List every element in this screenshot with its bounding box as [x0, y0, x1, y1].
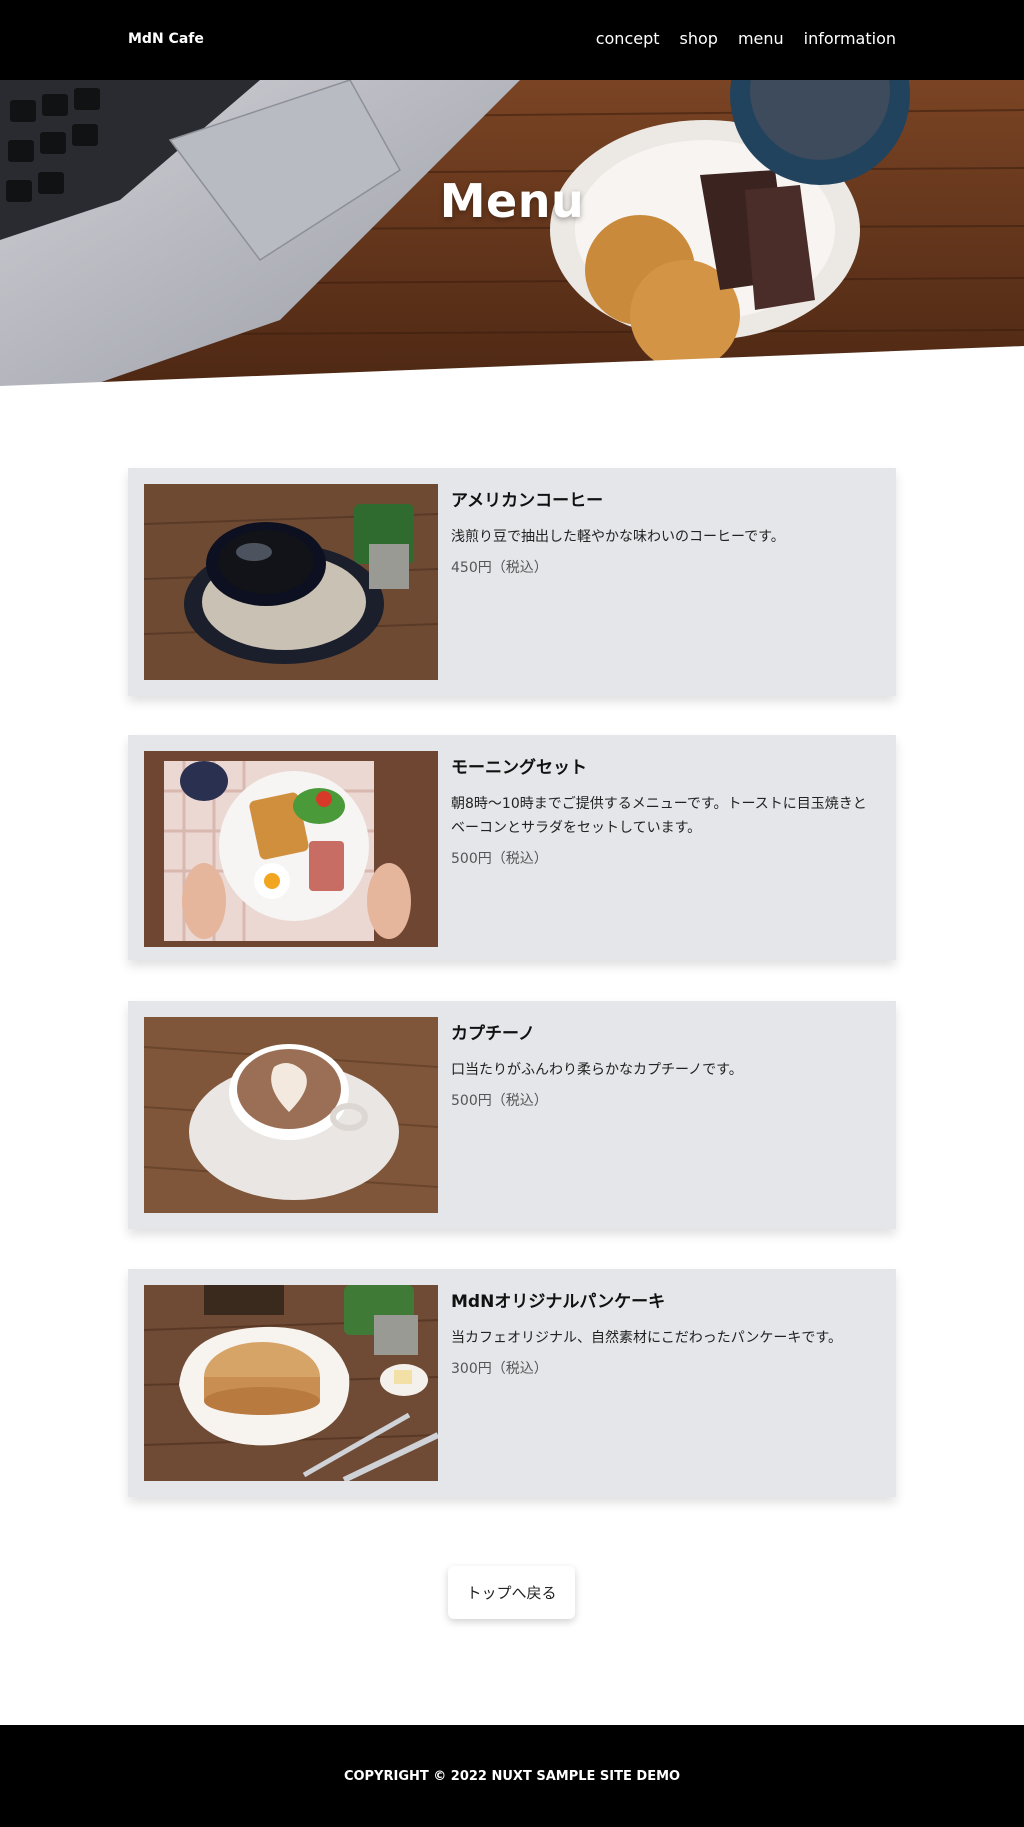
menu-card-pancake: MdNオリジナルパンケーキ 当カフェオリジナル、自然素材にこだわったパンケーキで…: [128, 1269, 896, 1497]
pancake-image: [144, 1285, 438, 1481]
menu-item-price: 450円（税込）: [451, 560, 548, 576]
menu-item-description: 当カフェオリジナル、自然素材にこだわったパンケーキです。: [451, 1330, 843, 1346]
menu-item-name: カプチーノ: [451, 1024, 535, 1044]
coffee-cup-image: [144, 484, 438, 680]
menu-card-body: カプチーノ 口当たりがふんわり柔らかなカプチーノです。 500円（税込）: [451, 1019, 880, 1110]
menu-item-price: 500円（税込）: [451, 1093, 548, 1109]
hero-banner: Menu: [0, 80, 1024, 386]
back-to-top-button[interactable]: トップへ戻る: [448, 1566, 575, 1619]
menu-item-price: 500円（税込）: [451, 851, 548, 867]
menu-card-cappuccino: カプチーノ 口当たりがふんわり柔らかなカプチーノです。 500円（税込）: [128, 1001, 896, 1229]
main-nav: concept shop menu information: [596, 29, 896, 48]
nav-link-information[interactable]: information: [804, 29, 896, 48]
menu-item-name: MdNオリジナルパンケーキ: [451, 1292, 666, 1312]
menu-item-description: 浅煎り豆で抽出した軽やかな味わいのコーヒーです。: [451, 529, 785, 545]
menu-card-american-coffee: アメリカンコーヒー 浅煎り豆で抽出した軽やかな味わいのコーヒーです。 450円（…: [128, 468, 896, 696]
menu-item-description: 朝8時〜10時までご提供するメニューです。トーストに目玉焼きとベーコンとサラダを…: [451, 796, 867, 836]
cappuccino-image: [144, 1017, 438, 1213]
site-footer: COPYRIGHT © 2022 NUXT SAMPLE SITE DEMO: [0, 1725, 1024, 1827]
menu-item-name: アメリカンコーヒー: [451, 491, 604, 511]
menu-item-name: モーニングセット: [451, 758, 587, 778]
menu-card-body: モーニングセット 朝8時〜10時までご提供するメニューです。トーストに目玉焼きと…: [451, 753, 880, 868]
nav-link-concept[interactable]: concept: [596, 29, 660, 48]
breakfast-plate-image: [144, 751, 438, 947]
copyright-text: COPYRIGHT © 2022 NUXT SAMPLE SITE DEMO: [343, 1769, 681, 1784]
menu-card-morning-set: モーニングセット 朝8時〜10時までご提供するメニューです。トーストに目玉焼きと…: [128, 735, 896, 960]
site-header: MdN Cafe concept shop menu information: [0, 0, 1024, 80]
menu-card-body: MdNオリジナルパンケーキ 当カフェオリジナル、自然素材にこだわったパンケーキで…: [451, 1287, 880, 1378]
menu-item-price: 300円（税込）: [451, 1361, 548, 1377]
menu-card-body: アメリカンコーヒー 浅煎り豆で抽出した軽やかな味わいのコーヒーです。 450円（…: [451, 486, 880, 577]
site-logo[interactable]: MdN Cafe: [128, 31, 204, 47]
menu-item-description: 口当たりがふんわり柔らかなカプチーノです。: [451, 1062, 743, 1078]
nav-link-shop[interactable]: shop: [680, 29, 718, 48]
hero-background-image: [0, 80, 1024, 386]
nav-link-menu[interactable]: menu: [738, 29, 784, 48]
page-title: Menu: [439, 174, 585, 228]
